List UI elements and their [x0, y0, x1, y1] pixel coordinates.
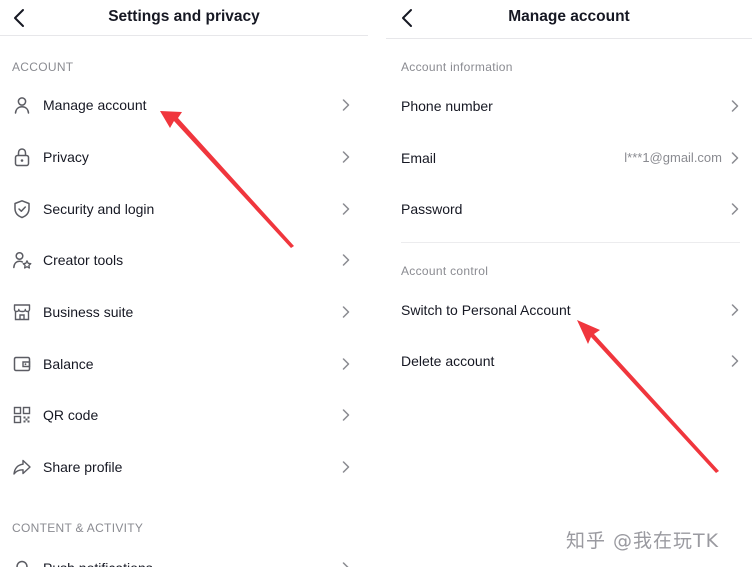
account-item-email[interactable]: Email l***1@gmail.com	[386, 138, 752, 178]
manage-account-screen: Manage account Account information Phone…	[386, 0, 752, 567]
section-label-account-control: Account control	[401, 264, 489, 278]
bell-icon	[16, 560, 28, 567]
chevron-right-icon	[342, 461, 350, 473]
page-title: Settings and privacy	[108, 8, 260, 25]
storefront-icon	[13, 304, 31, 321]
settings-item-share-profile[interactable]: Share profile	[0, 447, 368, 487]
qr-code-icon	[13, 406, 31, 424]
settings-item-creator-tools[interactable]: Creator tools	[0, 240, 368, 280]
settings-and-privacy-screen: Settings and privacy ACCOUNT Manage acco…	[0, 0, 368, 567]
account-item-switch-to-personal[interactable]: Switch to Personal Account	[386, 290, 752, 330]
settings-header: Settings and privacy	[0, 0, 368, 36]
chevron-right-icon	[342, 151, 350, 163]
settings-item-label: QR code	[43, 407, 99, 423]
settings-item-push-notifications[interactable]: Push notifications	[0, 548, 368, 567]
chevron-right-icon	[342, 99, 350, 111]
settings-item-security[interactable]: Security and login	[0, 189, 368, 229]
settings-item-label: Business suite	[43, 304, 134, 320]
settings-item-label: Push notifications	[43, 559, 153, 567]
settings-item-label: Share profile	[43, 459, 123, 475]
settings-item-label: Balance	[43, 356, 94, 372]
watermark-text: 知乎 @我在玩TK	[566, 530, 720, 552]
chevron-right-icon	[731, 304, 739, 316]
account-item-phone-number[interactable]: Phone number	[386, 86, 752, 126]
chevron-right-icon	[342, 306, 350, 318]
settings-item-qr-code[interactable]: QR code	[0, 395, 368, 435]
settings-item-label: Manage account	[43, 97, 147, 113]
settings-item-manage-account[interactable]: Manage account	[0, 85, 368, 125]
wallet-icon	[13, 356, 31, 372]
settings-item-privacy[interactable]: Privacy	[0, 137, 368, 177]
account-item-label: Delete account	[401, 353, 495, 369]
account-item-label: Phone number	[401, 98, 493, 114]
settings-item-label: Creator tools	[43, 252, 124, 268]
manage-account-header: Manage account	[386, 0, 752, 39]
shield-icon	[14, 200, 30, 219]
share-arrow-icon	[13, 459, 31, 475]
lock-icon	[14, 148, 30, 167]
chevron-right-icon	[731, 203, 739, 215]
section-label-account: ACCOUNT	[12, 60, 74, 74]
chevron-right-icon	[342, 203, 350, 215]
chevron-right-icon	[342, 409, 350, 421]
settings-item-label: Security and login	[43, 201, 155, 217]
chevron-right-icon	[342, 358, 350, 370]
settings-item-balance[interactable]: Balance	[0, 344, 368, 384]
header-divider	[386, 38, 752, 39]
account-item-label: Switch to Personal Account	[401, 302, 571, 318]
chevron-right-icon	[342, 562, 349, 567]
chevron-right-icon	[731, 100, 739, 112]
section-label-content-activity-text: CONTENT & ACTIVITY	[12, 521, 144, 535]
chevron-right-icon	[342, 254, 350, 266]
settings-item-business-suite[interactable]: Business suite	[0, 292, 368, 332]
account-item-label: Password	[401, 201, 463, 217]
creator-star-icon	[13, 251, 32, 269]
page-title: Manage account	[508, 8, 630, 25]
account-item-delete-account[interactable]: Delete account	[386, 341, 752, 381]
account-item-password[interactable]: Password	[386, 189, 752, 229]
chevron-right-icon	[731, 355, 739, 367]
chevron-right-icon	[731, 152, 739, 164]
section-divider	[401, 242, 740, 243]
settings-item-label: Privacy	[43, 149, 89, 165]
person-icon	[14, 97, 30, 114]
header-divider	[0, 35, 368, 36]
account-item-label: Email	[401, 150, 437, 166]
email-value: l***1@gmail.com	[624, 150, 722, 165]
section-label-account-information: Account information	[401, 60, 513, 74]
